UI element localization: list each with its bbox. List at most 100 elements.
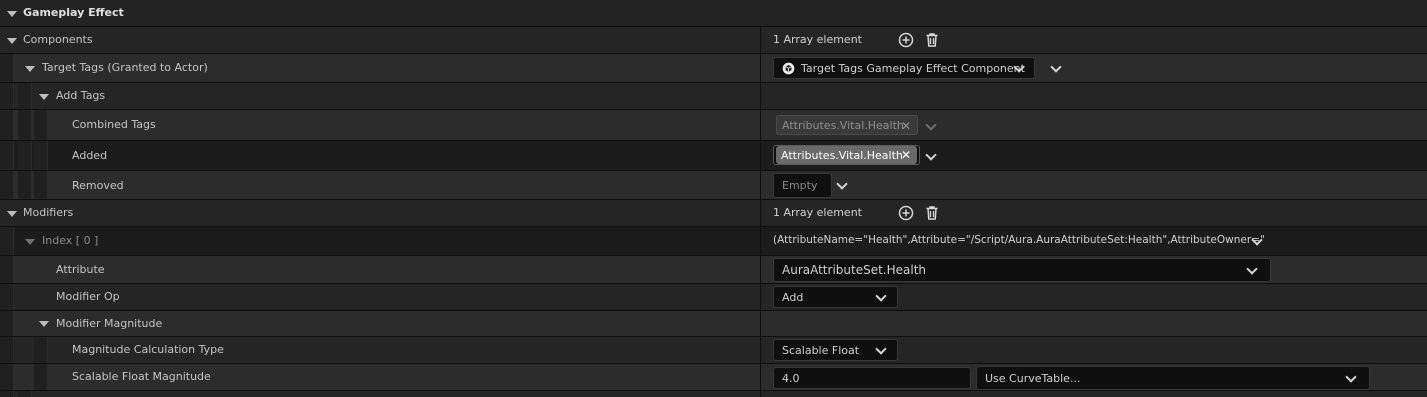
chevron-down-icon <box>1345 371 1357 383</box>
magnitude-calc-type-dropdown[interactable]: Scalable Float <box>773 339 898 361</box>
indent-rail <box>0 83 14 109</box>
collapse-arrow-icon[interactable] <box>7 11 17 17</box>
magnitude-calc-type-value: Scalable Float <box>782 343 860 357</box>
expand-arrow-icon[interactable] <box>7 211 17 217</box>
indent-rail <box>0 171 14 199</box>
chevron-down-icon[interactable] <box>836 178 848 190</box>
modifiers-array-count: 1 Array element <box>773 206 862 219</box>
indent-rail <box>0 311 14 336</box>
trash-icon <box>926 206 938 220</box>
indent-rail <box>0 364 14 390</box>
curve-table-dropdown[interactable]: Use CurveTable... <box>976 366 1370 390</box>
add-tags-row[interactable]: Add Tags <box>0 83 1427 110</box>
magnitude-calc-type-row[interactable]: Magnitude Calculation Type Scalable Floa… <box>0 337 1427 364</box>
expand-arrow-icon[interactable] <box>39 94 49 100</box>
close-icon: ✕ <box>900 119 911 133</box>
chevron-down-icon <box>1246 263 1258 275</box>
remove-tag-icon[interactable]: ✕ <box>901 148 911 162</box>
index-label: Index [ 0 ] <box>42 234 99 247</box>
scalable-float-row[interactable]: Scalable Float Magnitude 4.0 Use CurveTa… <box>0 364 1427 391</box>
modifier-op-label: Modifier Op <box>56 290 120 303</box>
added-row[interactable]: Added Attributes.Vital.Health ✕ <box>0 141 1427 171</box>
section-header[interactable]: Gameplay Effect <box>0 0 1427 27</box>
removed-row[interactable]: Removed Empty <box>0 171 1427 200</box>
removed-empty-text: Empty <box>782 179 818 192</box>
details-panel: Gameplay Effect Components 1 Array eleme… <box>0 0 1427 397</box>
modifier-magnitude-label: Modifier Magnitude <box>56 317 163 330</box>
plus-circle-icon <box>898 32 914 48</box>
indent-rail <box>34 171 48 199</box>
modifier-magnitude-row[interactable]: Modifier Magnitude <box>0 311 1427 337</box>
indent-rail <box>0 110 14 140</box>
indent-rail <box>34 337 48 363</box>
next-row <box>0 391 1427 397</box>
components-row[interactable]: Components 1 Array element <box>0 27 1427 54</box>
components-label: Components <box>23 33 93 46</box>
add-element-button[interactable] <box>898 32 914 48</box>
delete-all-button[interactable] <box>924 205 940 221</box>
scalable-float-label: Scalable Float Magnitude <box>72 370 211 383</box>
combined-tags-label: Combined Tags <box>72 118 156 131</box>
indent-rail <box>0 391 14 397</box>
chevron-down-icon <box>875 343 887 355</box>
options-chevron-icon[interactable] <box>1050 61 1062 73</box>
indent-rail <box>18 171 32 199</box>
cube-icon <box>782 62 795 75</box>
add-element-button[interactable] <box>898 205 914 221</box>
magnitude-calc-type-label: Magnitude Calculation Type <box>72 343 224 356</box>
chevron-down-icon[interactable] <box>925 149 937 161</box>
expand-arrow-icon[interactable] <box>25 239 35 245</box>
added-tag-text: Attributes.Vital.Health <box>781 148 903 162</box>
added-tag-container[interactable]: Attributes.Vital.Health ✕ <box>773 145 920 165</box>
attribute-dropdown[interactable]: AuraAttributeSet.Health <box>773 258 1271 282</box>
modifier-op-row[interactable]: Modifier Op Add <box>0 284 1427 311</box>
component-class-value: Target Tags Gameplay Effect Component <box>801 61 1025 75</box>
indent-rail <box>18 83 32 109</box>
indent-rail <box>0 284 14 310</box>
expand-arrow-icon[interactable] <box>25 66 35 72</box>
target-tags-label: Target Tags (Granted to Actor) <box>42 61 208 74</box>
chevron-down-icon <box>875 290 887 302</box>
indent-rail <box>0 337 14 363</box>
attribute-label: Attribute <box>56 263 105 276</box>
trash-icon <box>926 33 938 47</box>
indent-rail <box>0 141 14 170</box>
component-class-dropdown[interactable]: Target Tags Gameplay Effect Component <box>773 57 1035 79</box>
expand-arrow-icon[interactable] <box>7 38 17 44</box>
indent-rail <box>0 256 14 283</box>
scalable-float-input[interactable]: 4.0 <box>773 367 971 389</box>
indent-rail <box>18 141 32 170</box>
indent-rail <box>0 54 14 82</box>
removed-label: Removed <box>72 179 124 192</box>
indent-rail <box>18 391 32 397</box>
indent-rail <box>34 110 48 140</box>
components-array-count: 1 Array element <box>773 33 862 46</box>
removed-tags-picker[interactable]: Empty <box>773 173 832 198</box>
plus-circle-icon <box>898 205 914 221</box>
index-summary: (AttributeName="Health",Attribute="/Scri… <box>773 234 1265 246</box>
section-title: Gameplay Effect <box>23 6 124 19</box>
indent-rail <box>18 110 32 140</box>
combined-tags-row[interactable]: Combined Tags Attributes.Vital.Health ✕ <box>0 110 1427 141</box>
added-tag-chip[interactable]: Attributes.Vital.Health ✕ <box>776 146 917 164</box>
attribute-row[interactable]: Attribute AuraAttributeSet.Health <box>0 256 1427 284</box>
combined-tag-chip: Attributes.Vital.Health ✕ <box>776 115 918 135</box>
index-row[interactable]: Index [ 0 ] (AttributeName="Health",Attr… <box>0 227 1427 256</box>
modifier-op-value: Add <box>782 290 804 304</box>
modifiers-row[interactable]: Modifiers 1 Array element <box>0 200 1427 227</box>
attribute-value: AuraAttributeSet.Health <box>782 263 927 277</box>
indent-rail <box>0 227 14 255</box>
indent-rail <box>34 141 48 170</box>
added-label: Added <box>72 149 108 162</box>
add-tags-label: Add Tags <box>56 89 106 102</box>
indent-rail <box>34 364 48 390</box>
expand-arrow-icon[interactable] <box>39 321 49 327</box>
modifiers-label: Modifiers <box>23 206 74 219</box>
scalable-float-value: 4.0 <box>782 371 800 385</box>
modifier-op-dropdown[interactable]: Add <box>773 286 898 308</box>
curve-table-value: Use CurveTable... <box>985 371 1081 385</box>
combined-tag-text: Attributes.Vital.Health <box>782 118 904 132</box>
delete-all-button[interactable] <box>924 32 940 48</box>
chevron-down-icon <box>925 119 937 131</box>
target-tags-row[interactable]: Target Tags (Granted to Actor) Target Ta… <box>0 54 1427 83</box>
